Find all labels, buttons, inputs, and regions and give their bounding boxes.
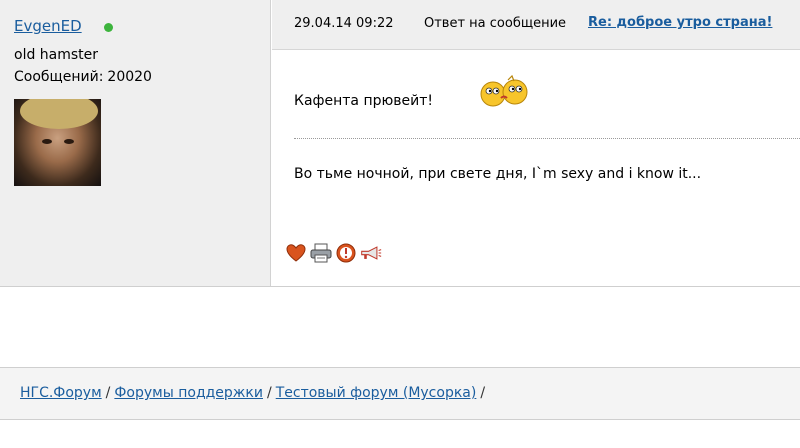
author-name-link[interactable]: EvgenED: [14, 17, 82, 35]
breadcrumb: НГС.Форум / Форумы поддержки / Тестовый фору…: [0, 367, 800, 420]
breadcrumb-link-forum[interactable]: НГС.Форум: [20, 385, 102, 401]
breadcrumb-separator: /: [266, 385, 272, 401]
author-status: old hamster: [14, 47, 99, 63]
printer-icon[interactable]: [310, 242, 332, 264]
avatar-eye: [42, 139, 52, 144]
signature-divider: [294, 138, 800, 139]
warning-icon[interactable]: [335, 242, 357, 264]
post-header: 29.04.14 09:22 Ответ на сообщение Re: до…: [272, 0, 800, 50]
breadcrumb-separator: /: [105, 385, 111, 401]
breadcrumb-link-support[interactable]: Форумы поддержки: [114, 385, 263, 401]
online-status-icon: [104, 23, 113, 32]
breadcrumb-separator: /: [480, 385, 486, 401]
post-count-label: Сообщений:: [14, 69, 104, 85]
post-text-line: Кафента прювейт!: [294, 93, 433, 109]
author-post-count: Сообщений: 20020: [14, 69, 152, 85]
kissing-smileys-icon: [480, 74, 528, 107]
heart-icon[interactable]: [285, 242, 307, 264]
avatar-hair: [20, 99, 98, 129]
avatar-eye: [64, 139, 74, 144]
breadcrumb-trail: НГС.Форум / Форумы поддержки / Тестовый фору…: [20, 385, 489, 401]
post-date: 29.04.14 09:22: [294, 16, 394, 31]
forum-post: EvgenED old hamster Сообщений: 20020 29.0…: [0, 0, 800, 287]
breadcrumb-link-test-forum[interactable]: Тестовый форум (Мусорка): [276, 385, 477, 401]
reply-link[interactable]: Re: доброе утро страна!: [588, 15, 772, 30]
megaphone-icon[interactable]: [360, 242, 382, 264]
post-actions: [285, 241, 382, 265]
signature-text: Во тьме ночной, при свете дня, I`m sexy …: [294, 166, 702, 182]
author-panel: EvgenED old hamster Сообщений: 20020: [0, 0, 271, 286]
post-count-value: 20020: [107, 69, 152, 85]
reply-label: Ответ на сообщение: [424, 16, 567, 31]
avatar[interactable]: [14, 99, 101, 186]
